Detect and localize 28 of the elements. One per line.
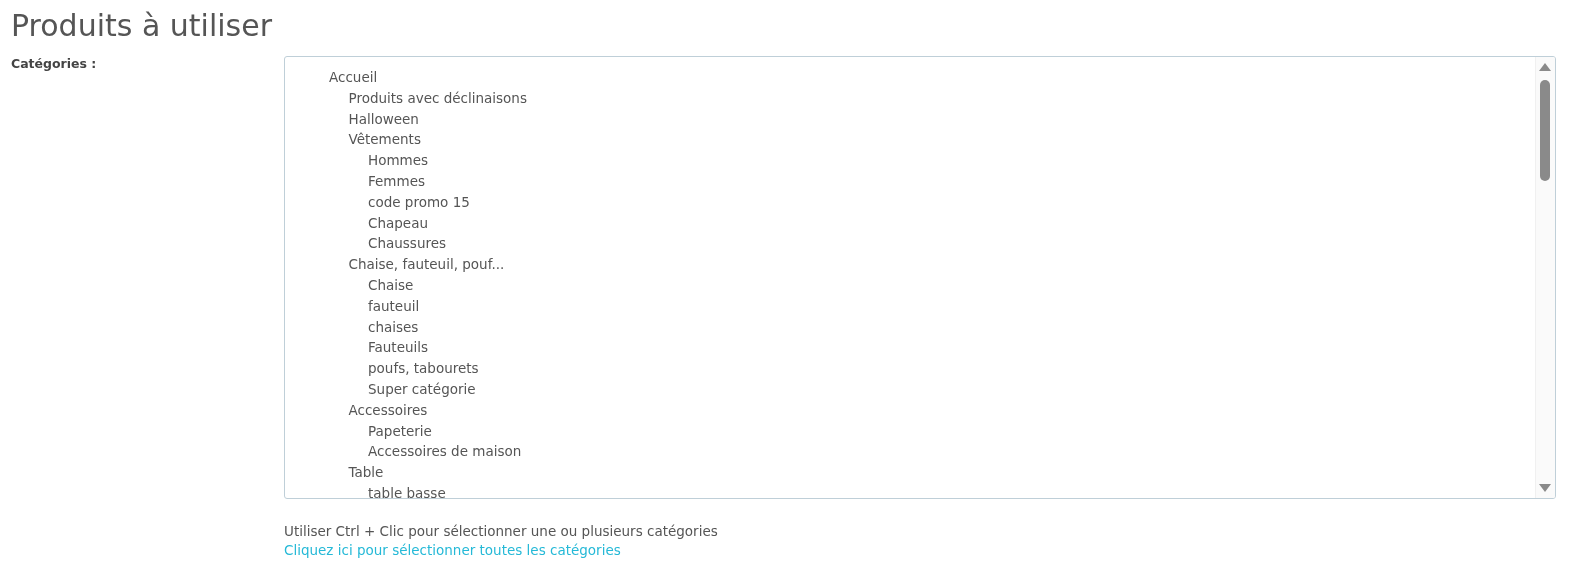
category-option[interactable]: poufs, tabourets [366,358,481,379]
category-option[interactable]: Table [346,462,386,483]
category-option[interactable]: Accessoires de maison [366,441,524,463]
category-option[interactable]: Vêtements [346,129,423,151]
scroll-up-icon[interactable] [1539,63,1551,71]
scroll-down-icon[interactable] [1539,484,1551,492]
category-option[interactable]: Accessoires [346,399,430,421]
category-option[interactable]: fauteuil [366,295,422,317]
scrollbar-track[interactable] [1535,57,1555,498]
category-option[interactable]: Chaise, fauteuil, pouf... [346,254,507,275]
category-option[interactable]: Produits avec déclinaisons [346,87,529,109]
category-option[interactable]: Accueil [327,67,380,88]
category-option[interactable]: Fauteuils [366,337,431,359]
category-option[interactable]: table basse [366,482,448,498]
category-option[interactable]: Halloween [346,108,421,130]
category-option[interactable]: Femmes [366,171,427,192]
category-option[interactable]: Super catégorie [366,378,478,400]
scrollbar-thumb[interactable] [1540,80,1550,181]
category-option[interactable]: code promo 15 [366,191,472,213]
category-option[interactable]: Papeterie [366,420,434,442]
field-label: Catégories : [11,56,97,71]
category-option[interactable]: Chapeau [366,212,430,234]
category-option[interactable]: chaises [366,316,421,338]
category-option[interactable]: Hommes [366,150,431,171]
page-heading: Produits à utiliser [11,7,273,45]
category-option[interactable]: Chaise [366,274,416,296]
category-option[interactable]: Chaussures [366,233,449,255]
help-text: Utiliser Ctrl + Clic pour sélectionner une ou plusieurs catégories [284,523,718,539]
